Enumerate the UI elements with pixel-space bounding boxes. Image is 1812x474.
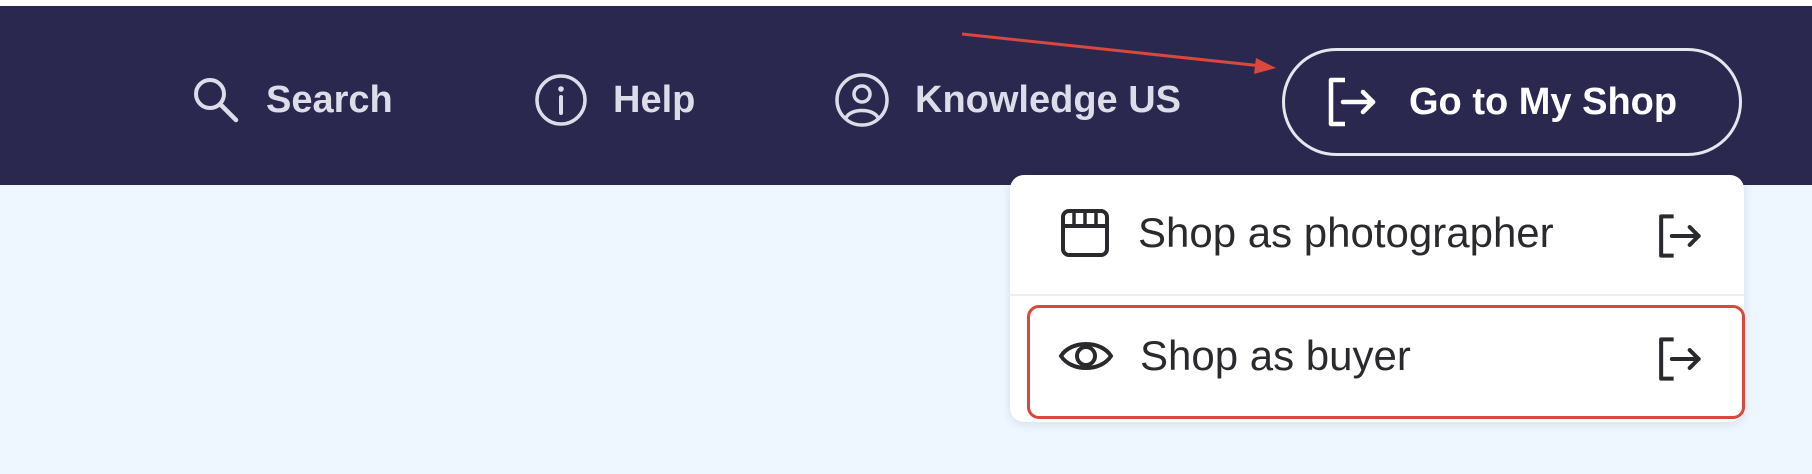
exit-arrow-icon: [1659, 337, 1701, 381]
nav-search-link[interactable]: Search: [190, 68, 393, 132]
shop-as-photographer-item[interactable]: Shop as photographer: [1010, 175, 1744, 291]
go-to-my-shop-label: Go to My Shop: [1409, 80, 1678, 123]
nav-knowledge-label: Knowledge US: [915, 78, 1182, 121]
shop-mode-dropdown: Shop as photographer Shop as buyer: [1010, 175, 1744, 422]
storefront-icon: [1061, 209, 1109, 257]
shop-as-buyer-label: Shop as buyer: [1140, 332, 1411, 379]
nav-help-label: Help: [613, 78, 696, 121]
eye-icon: [1058, 342, 1114, 370]
go-to-my-shop-button[interactable]: Go to My Shop: [1282, 48, 1742, 156]
exit-arrow-icon: [1659, 214, 1701, 258]
nav-help-link[interactable]: Help: [533, 68, 695, 132]
shop-as-photographer-label: Shop as photographer: [1138, 209, 1554, 256]
menu-divider: [1010, 294, 1744, 296]
exit-arrow-icon: [1328, 77, 1376, 127]
page: Search Help Knowledge US Go to My Shop S…: [0, 0, 1812, 474]
shop-as-buyer-item[interactable]: Shop as buyer: [1010, 298, 1744, 414]
user-circle-icon: [835, 73, 889, 127]
top-navigation-bar: Search Help Knowledge US Go to My Shop: [0, 6, 1812, 185]
nav-search-label: Search: [266, 78, 393, 121]
nav-knowledge-link[interactable]: Knowledge US: [833, 68, 1181, 132]
search-icon: [194, 78, 239, 123]
info-icon: [535, 74, 587, 126]
